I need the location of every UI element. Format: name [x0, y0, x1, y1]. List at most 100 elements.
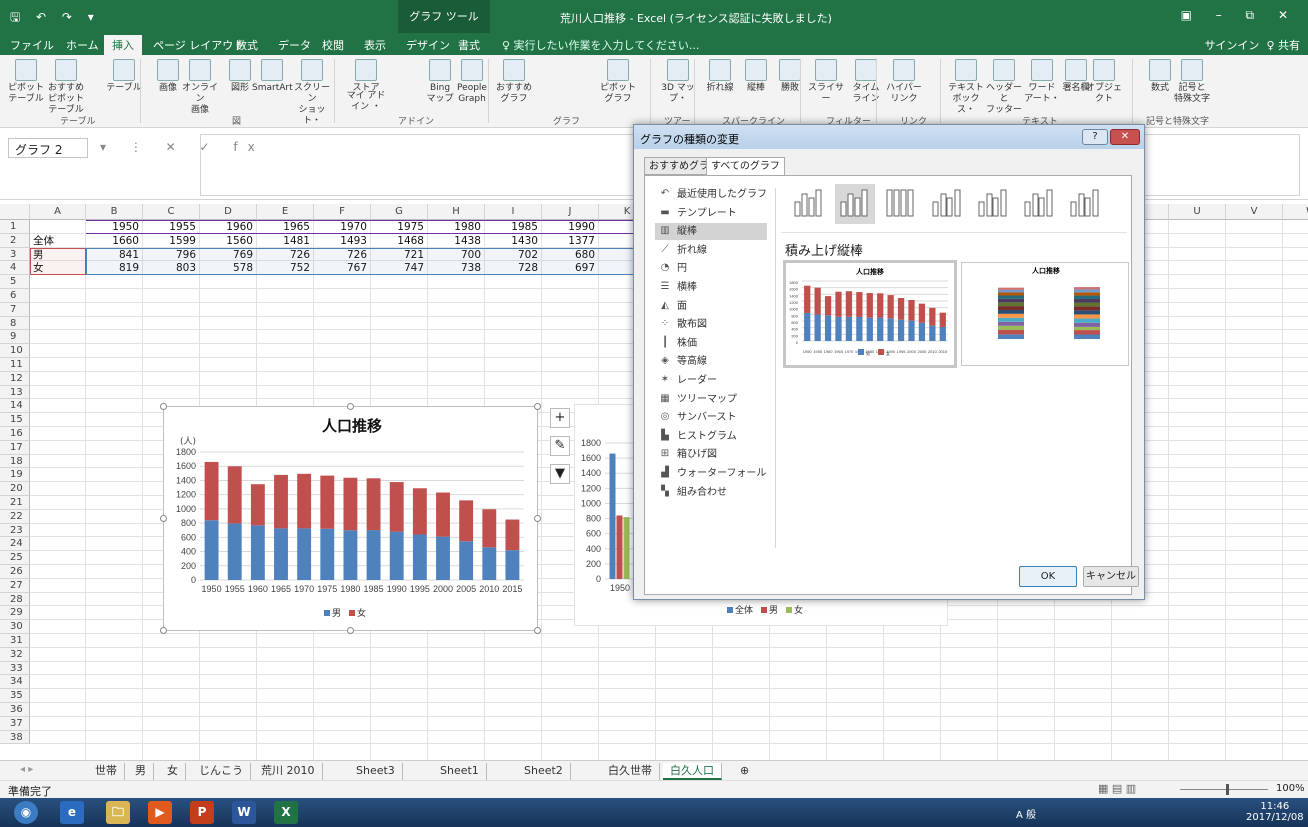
row-header[interactable]: 20: [0, 482, 30, 496]
resize-handle[interactable]: [534, 627, 541, 634]
dialog-close-button[interactable]: ✕: [1110, 129, 1140, 145]
chart-type-item[interactable]: ▦ ツリーマップ: [655, 391, 767, 408]
column-subtype-icon[interactable]: [1065, 184, 1105, 224]
cell[interactable]: 1481: [257, 234, 314, 248]
row-header[interactable]: 15: [0, 413, 30, 427]
ime-indicator[interactable]: A 般: [1016, 806, 1036, 821]
column-header[interactable]: E: [257, 204, 314, 220]
row-header[interactable]: 7: [0, 302, 30, 317]
row-header[interactable]: 14: [0, 399, 30, 414]
resize-handle[interactable]: [347, 627, 354, 634]
ribbon-button[interactable]: ピボットグラフ: [598, 59, 638, 105]
chart-type-item[interactable]: ↶ 最近使用したグラフ: [655, 186, 767, 203]
chart-type-item[interactable]: ▥ 縦棒: [655, 223, 767, 241]
column-header[interactable]: J: [542, 204, 599, 220]
ribbon-button[interactable]: 3D マッ プ・: [658, 59, 698, 105]
tab-all-charts[interactable]: すべてのグラフ: [706, 157, 785, 176]
row-header[interactable]: 2: [0, 233, 30, 248]
ribbon-button[interactable]: おすすめ グラフ: [494, 59, 534, 105]
resize-handle[interactable]: [160, 403, 167, 410]
cell[interactable]: 1660: [86, 234, 143, 248]
cell[interactable]: 1493: [314, 234, 371, 248]
tab-review[interactable]: 校閲: [322, 37, 344, 53]
ie-icon[interactable]: e: [60, 801, 84, 824]
name-box[interactable]: グラフ 2: [8, 138, 88, 158]
ribbon-button[interactable]: おすすめ ピボットテーブル: [46, 59, 86, 116]
row-header[interactable]: 6: [0, 289, 30, 303]
column-header[interactable]: B: [86, 204, 143, 220]
chart-type-item[interactable]: ▙ ヒストグラム: [655, 428, 767, 445]
column-header[interactable]: I: [485, 204, 542, 220]
column-subtype-icon[interactable]: [1019, 184, 1059, 224]
row-header[interactable]: 22: [0, 509, 30, 524]
row-header[interactable]: 3: [0, 247, 30, 262]
share-button[interactable]: ♀ 共有: [1266, 39, 1300, 52]
row-header[interactable]: 30: [0, 620, 30, 634]
row-header[interactable]: 36: [0, 703, 30, 717]
column-header[interactable]: C: [143, 204, 200, 220]
row-header[interactable]: 17: [0, 440, 30, 455]
row-header[interactable]: 23: [0, 523, 30, 538]
signin-link[interactable]: サインイン: [1204, 39, 1259, 52]
chart-type-item[interactable]: ▟ ウォーターフォール: [655, 465, 767, 482]
chart-type-item[interactable]: ▬ テンプレート: [655, 205, 767, 222]
ribbon-button[interactable]: ヘッダーと フッター: [984, 59, 1024, 116]
resize-handle[interactable]: [160, 515, 167, 522]
row-header[interactable]: 10: [0, 344, 30, 358]
row-header[interactable]: 31: [0, 634, 30, 648]
column-header[interactable]: D: [200, 204, 257, 220]
ribbon-button[interactable]: 勝敗: [770, 59, 810, 94]
media-icon[interactable]: ▶: [148, 801, 172, 824]
sheet-tab[interactable]: 白久世帯: [601, 763, 660, 780]
sheet-tab[interactable]: 荒川 2010: [254, 763, 323, 780]
chart-type-item[interactable]: ◈ 等高線: [655, 353, 767, 370]
row-header[interactable]: 19: [0, 468, 30, 483]
chart-type-item[interactable]: ☰ 横棒: [655, 279, 767, 296]
excel-icon[interactable]: X: [274, 801, 298, 824]
ribbon-button[interactable]: テーブル: [104, 59, 144, 94]
ribbon-button[interactable]: ピボット テーブル: [6, 59, 46, 105]
column-header[interactable]: F: [314, 204, 371, 220]
cancel-button[interactable]: キャンセル: [1083, 566, 1139, 587]
column-subtype-icon[interactable]: [927, 184, 967, 224]
tab-formulas[interactable]: 数式: [236, 37, 258, 53]
sheet-nav-arrows-icon[interactable]: ◂ ▸: [20, 764, 33, 775]
row-header[interactable]: 38: [0, 730, 30, 745]
ribbon-button[interactable]: タイム ライン: [846, 59, 886, 105]
row-header[interactable]: 8: [0, 316, 30, 331]
sheet-tab[interactable]: Sheet2: [517, 763, 571, 780]
chart-type-item[interactable]: ✶ レーダー: [655, 372, 767, 389]
ok-button[interactable]: OK: [1019, 566, 1077, 587]
column-subtype-icon[interactable]: [835, 184, 875, 224]
cell[interactable]: 1560: [200, 234, 257, 248]
ribbon-button[interactable]: オンライン 画像: [180, 59, 220, 116]
tab-page-layout[interactable]: ページ レイアウト: [153, 37, 244, 53]
row-header[interactable]: 32: [0, 647, 30, 662]
cell[interactable]: 1430: [485, 234, 542, 248]
tab-file[interactable]: ファイル: [10, 37, 54, 53]
chart-type-item[interactable]: ⁘ 散布図: [655, 316, 767, 333]
column-subtype-icon[interactable]: [789, 184, 829, 224]
ribbon-button[interactable]: People Graph: [452, 59, 492, 105]
row-header[interactable]: 1: [0, 220, 30, 234]
tab-data[interactable]: データ: [278, 37, 311, 53]
tell-me-box[interactable]: ♀ 実行したい作業を入力してください...: [502, 37, 699, 53]
row-header[interactable]: 12: [0, 371, 30, 386]
word-icon[interactable]: W: [232, 801, 256, 824]
sheet-tab[interactable]: 男: [128, 763, 154, 780]
column-header[interactable]: G: [371, 204, 428, 220]
stacked-column-chart[interactable]: 0 200 400 600 800 1000 1200 1400 1600 1800 1950 195…: [160, 403, 541, 634]
row-header[interactable]: 29: [0, 606, 30, 621]
row-header[interactable]: 21: [0, 496, 30, 510]
select-all-corner[interactable]: [0, 204, 30, 220]
row-header[interactable]: 18: [0, 454, 30, 469]
start-button[interactable]: ◉: [14, 801, 38, 824]
column-subtype-icon[interactable]: [973, 184, 1013, 224]
sheet-tab[interactable]: じんこう: [192, 763, 251, 780]
row-header[interactable]: 37: [0, 716, 30, 731]
sheet-tab[interactable]: 女: [160, 763, 186, 780]
resize-handle[interactable]: [347, 403, 354, 410]
row-header[interactable]: 4: [0, 261, 30, 276]
chart-type-item[interactable]: ◭ 面: [655, 298, 767, 315]
resize-handle[interactable]: [534, 403, 541, 410]
